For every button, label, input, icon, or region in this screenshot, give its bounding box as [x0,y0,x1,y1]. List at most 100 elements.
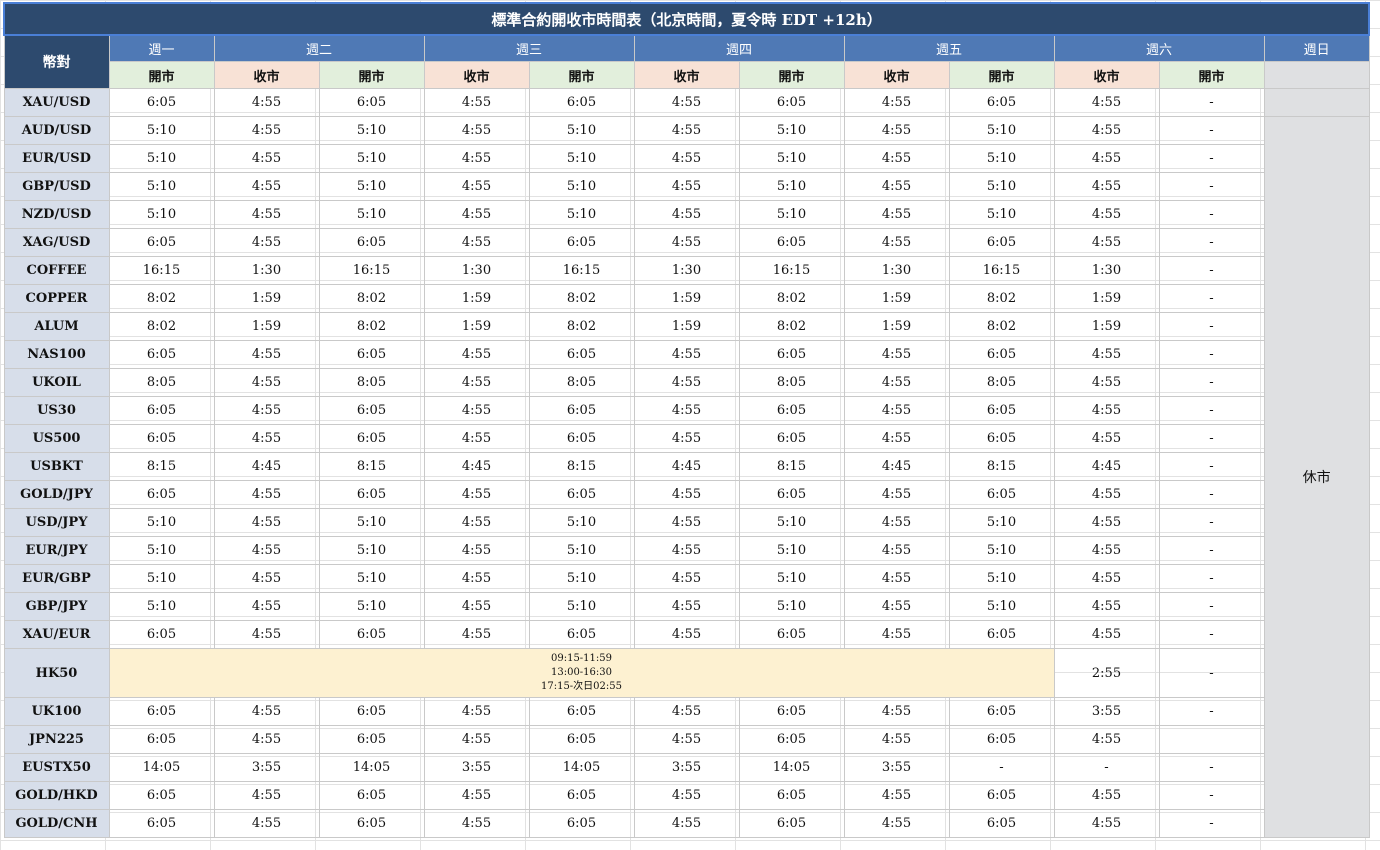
time-cell[interactable]: 6:05 [528,480,635,509]
time-cell[interactable]: 14:05 [318,753,425,782]
time-cell[interactable]: 4:55 [843,536,950,565]
time-cell[interactable]: 8:02 [738,284,845,313]
close-header-1[interactable]: 收市 [213,61,320,89]
time-cell[interactable]: 1:30 [213,256,320,285]
time-cell[interactable]: 4:55 [213,340,320,369]
time-cell[interactable]: - [1158,480,1265,509]
time-cell[interactable]: 4:55 [213,88,320,117]
time-cell[interactable]: - [1158,228,1265,257]
close-header-3[interactable]: 收市 [423,61,530,89]
time-cell[interactable]: 6:05 [318,781,425,810]
time-cell[interactable]: - [1158,424,1265,453]
time-cell[interactable]: 4:55 [633,697,740,726]
time-cell[interactable]: 4:55 [423,536,530,565]
time-cell[interactable]: 4:55 [843,508,950,537]
time-cell[interactable]: 4:55 [843,228,950,257]
time-cell[interactable]: 5:10 [528,200,635,229]
pair-cell[interactable]: JPN225 [3,725,110,754]
time-cell[interactable]: 4:55 [843,592,950,621]
time-cell[interactable]: 5:10 [738,144,845,173]
time-cell[interactable]: 4:55 [213,620,320,649]
time-cell[interactable]: 8:02 [948,312,1055,341]
time-cell[interactable]: 4:55 [633,396,740,425]
time-cell[interactable]: - [1158,648,1265,698]
pair-cell[interactable]: EUR/JPY [3,536,110,565]
time-cell[interactable]: 4:55 [843,340,950,369]
pair-cell[interactable]: UKOIL [3,368,110,397]
time-cell[interactable]: 4:55 [423,480,530,509]
time-cell[interactable]: 4:55 [1053,564,1160,593]
time-cell[interactable]: 4:55 [423,809,530,838]
time-cell[interactable]: 6:05 [948,620,1055,649]
day-header-tue[interactable]: 週二 [213,34,425,62]
time-cell[interactable]: 4:55 [843,396,950,425]
time-cell[interactable]: 3:55 [1053,697,1160,726]
time-cell[interactable]: - [1158,620,1265,649]
time-cell[interactable]: 8:02 [318,312,425,341]
time-cell[interactable]: 5:10 [528,116,635,145]
pair-cell[interactable]: US500 [3,424,110,453]
time-cell[interactable]: - [1053,753,1160,782]
time-cell[interactable]: 4:55 [213,144,320,173]
table-title[interactable]: 標準合約開收市時間表（北京時間，夏令時 EDT +12h） [2,2,1371,36]
time-cell[interactable]: 4:55 [423,725,530,754]
pair-cell[interactable]: USBKT [3,452,110,481]
time-cell[interactable]: 4:55 [213,424,320,453]
time-cell[interactable]: 4:55 [633,536,740,565]
time-cell[interactable]: 4:55 [213,725,320,754]
time-cell[interactable]: 6:05 [738,697,845,726]
time-cell[interactable]: 6:05 [948,396,1055,425]
time-cell[interactable]: 4:55 [1053,368,1160,397]
time-cell[interactable]: 6:05 [948,88,1055,117]
time-cell[interactable]: 4:55 [1053,508,1160,537]
time-cell[interactable]: - [1158,256,1265,285]
time-cell[interactable]: 4:55 [213,172,320,201]
time-cell[interactable]: 5:10 [738,508,845,537]
time-cell[interactable]: 5:10 [108,508,215,537]
time-cell[interactable]: 4:55 [843,809,950,838]
time-cell[interactable]: 3:55 [843,753,950,782]
close-header-7[interactable]: 收市 [843,61,950,89]
time-cell[interactable]: 5:10 [948,508,1055,537]
time-cell[interactable]: 4:55 [423,396,530,425]
time-cell[interactable]: 8:05 [108,368,215,397]
time-cell[interactable]: 4:55 [633,116,740,145]
time-cell[interactable]: 4:55 [213,480,320,509]
time-cell[interactable]: 4:55 [213,781,320,810]
time-cell[interactable]: 5:10 [528,172,635,201]
time-cell[interactable]: 5:10 [528,592,635,621]
time-cell[interactable]: 5:10 [318,200,425,229]
time-cell[interactable]: 5:10 [528,508,635,537]
time-cell[interactable]: - [1158,592,1265,621]
time-cell[interactable]: 6:05 [318,340,425,369]
time-cell[interactable]: 5:10 [108,564,215,593]
time-cell[interactable]: - [1158,536,1265,565]
time-cell[interactable]: 1:59 [1053,312,1160,341]
time-cell[interactable]: 6:05 [948,809,1055,838]
time-cell[interactable]: 4:55 [633,88,740,117]
time-cell[interactable]: 6:05 [738,725,845,754]
time-cell[interactable]: 1:30 [633,256,740,285]
time-cell[interactable]: 1:30 [843,256,950,285]
time-cell[interactable]: 5:10 [738,172,845,201]
time-cell[interactable]: 6:05 [948,228,1055,257]
time-cell[interactable]: 8:05 [738,368,845,397]
pair-cell[interactable]: NZD/USD [3,200,110,229]
time-cell[interactable]: 4:55 [213,396,320,425]
time-cell[interactable]: 4:55 [843,116,950,145]
time-cell[interactable]: 5:10 [108,172,215,201]
time-cell[interactable]: 5:10 [108,116,215,145]
time-cell[interactable]: 6:05 [108,424,215,453]
time-cell[interactable]: 1:59 [633,312,740,341]
time-cell[interactable]: 4:55 [633,144,740,173]
open-header-2[interactable]: 開市 [318,61,425,89]
time-cell[interactable]: 4:55 [843,200,950,229]
time-cell[interactable]: 4:45 [633,452,740,481]
time-cell[interactable]: 4:55 [633,725,740,754]
time-cell[interactable]: 5:10 [108,536,215,565]
sunday-closed-cell[interactable]: 休市 [1263,116,1370,838]
time-cell[interactable]: 5:10 [318,172,425,201]
time-cell[interactable]: 6:05 [738,480,845,509]
time-cell[interactable]: 4:55 [1053,172,1160,201]
time-cell[interactable]: 6:05 [948,781,1055,810]
